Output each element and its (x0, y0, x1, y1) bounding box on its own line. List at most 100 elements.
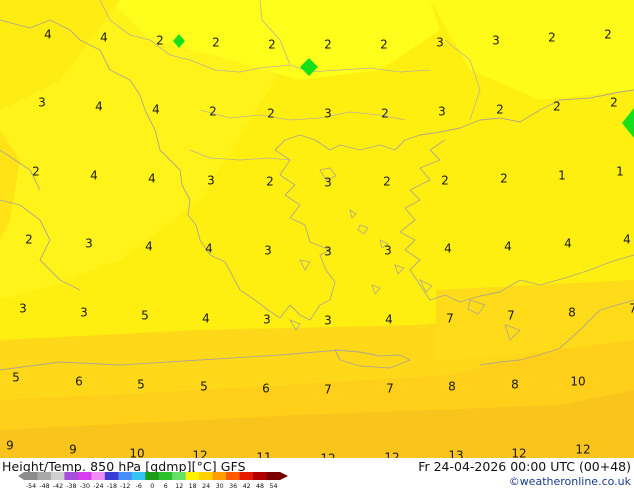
colorbar-tick-label: -12 (120, 483, 130, 490)
temperature-label: 3 (85, 237, 93, 251)
temperature-label: 4 (152, 103, 160, 117)
colorbar-tick-label: 0 (150, 483, 154, 490)
temperature-label: 2 (441, 174, 449, 188)
temperature-label: 3 (264, 244, 272, 258)
temperature-label: 6 (75, 375, 83, 389)
temperature-label: 5 (141, 309, 149, 323)
temperature-label: 4 (90, 169, 98, 183)
colorbar-swatch (131, 472, 146, 480)
colorbar-arrow-right (280, 472, 288, 480)
colorbar-swatch (253, 472, 268, 480)
temperature-label: 3 (324, 176, 332, 190)
temperature-label: 3 (38, 96, 46, 110)
temperature-label: 9 (6, 439, 14, 453)
temperature-label: 1 (616, 165, 624, 179)
temperature-label: 5 (137, 378, 145, 392)
temperature-label: 10 (129, 447, 144, 459)
temperature-label: 4 (205, 242, 213, 256)
colorbar-swatch (185, 472, 200, 480)
colorbar-tick-label: -54 (26, 483, 36, 490)
colorbar-swatch (91, 472, 106, 480)
temperature-label: 12 (511, 447, 526, 459)
weather-map[interactable]: 4422222332234422323222244323222112344333… (0, 0, 634, 458)
temperature-label: 6 (262, 382, 270, 396)
colorbar-swatch (77, 472, 92, 480)
colorbar-tick-label: 12 (175, 483, 183, 490)
temperature-label: 7 (629, 302, 634, 316)
temperature-label: 2 (32, 165, 40, 179)
temperature-label: 3 (492, 34, 500, 48)
temperature-label: 2 (156, 34, 164, 48)
temperature-label: 7 (324, 383, 332, 397)
temperature-label: 3 (438, 105, 446, 119)
colorbar-tick-label: 36 (229, 483, 237, 490)
temperature-label: 2 (553, 100, 561, 114)
temperature-label: 4 (444, 242, 452, 256)
colorbar-swatch (118, 472, 133, 480)
temperature-label: 2 (267, 107, 275, 121)
colorbar-tick-label: 30 (216, 483, 224, 490)
temperature-label: 2 (380, 38, 388, 52)
colorbar-tick-label: -42 (53, 483, 63, 490)
temperature-label: 12 (575, 443, 590, 457)
temperature-label: 2 (268, 38, 276, 52)
map-canvas: 4 4 2 2 2 2 2 3 3 2 23 4 4 2 2 3 2 3 2 2 22 4 4 3 2 3 2 2 2 1 12 3 4 4 3 3 3… (0, 0, 634, 458)
colorbar-swatch (226, 472, 241, 480)
temperature-label: 13 (448, 449, 463, 459)
colorbar-tick-label: -24 (93, 483, 103, 490)
temperature-label: 2 (500, 172, 508, 186)
temperature-label: 3 (19, 302, 27, 316)
colorbar-tick-label: -48 (39, 483, 49, 490)
colorbar-swatch (104, 472, 119, 480)
temperature-label: 2 (496, 103, 504, 117)
colorbar-arrow-left (18, 472, 24, 480)
temperature-label: 3 (324, 107, 332, 121)
temperature-label: 2 (381, 107, 389, 121)
colorbar-swatch (239, 472, 254, 480)
temperature-label: 2 (548, 31, 556, 45)
temperature-label: 9 (69, 443, 77, 457)
temperature-label: 8 (448, 380, 456, 394)
colorbar-swatch (145, 472, 160, 480)
colorbar-tick-label: 6 (164, 483, 168, 490)
temperature-label: 7 (446, 312, 454, 326)
colorbar-tick-label: 48 (256, 483, 264, 490)
site-credit[interactable]: ©weatheronline.co.uk (509, 475, 631, 488)
map-footer: Height/Temp. 850 hPa [gdmp][°C] GFS Fr 2… (0, 458, 634, 490)
temperature-label: 10 (570, 375, 585, 389)
temperature-label: 4 (504, 240, 512, 254)
colorbar-tick-label: 42 (243, 483, 251, 490)
colorbar-tick-label: 54 (270, 483, 278, 490)
temperature-label: 4 (148, 172, 156, 186)
colorbar-swatch (24, 472, 38, 480)
colorbar-swatch (64, 472, 79, 480)
temperature-label: 5 (12, 371, 20, 385)
colorbar-swatch (212, 472, 227, 480)
colorbar-tick-label: -18 (107, 483, 117, 490)
temperature-label: 3 (436, 36, 444, 50)
colorbar-swatch (50, 472, 65, 480)
temperature-label: 11 (256, 451, 271, 459)
temperature-label: 3 (324, 314, 332, 328)
temperature-label: 2 (25, 233, 33, 247)
colorbar-swatch (37, 472, 52, 480)
colorbar-swatch (158, 472, 173, 480)
temperature-label: 4 (564, 237, 572, 251)
colorbar-swatch (172, 472, 187, 480)
temperature-label: 3 (207, 174, 215, 188)
temperature-label: 4 (100, 31, 108, 45)
temperature-label: 2 (324, 38, 332, 52)
temperature-label: 5 (200, 380, 208, 394)
temperature-label: 2 (212, 36, 220, 50)
temperature-label: 2 (266, 175, 274, 189)
temperature-label: 4 (145, 240, 153, 254)
temperature-label: 4 (44, 28, 52, 42)
temperature-label: 2 (209, 105, 217, 119)
colorbar-swatch (199, 472, 214, 480)
colorbar-tick-label: 24 (202, 483, 210, 490)
temperature-label: 2 (610, 96, 618, 110)
temperature-label: 3 (324, 245, 332, 259)
temperature-colorbar: -54 -48 -42 -38 -30 -24 -18 -12 -6 0 6 12 18 24 30 36 42… (18, 472, 288, 490)
valid-time: Fr 24-04-2026 00:00 UTC (00+48) (418, 459, 631, 474)
temperature-label: 3 (80, 306, 88, 320)
